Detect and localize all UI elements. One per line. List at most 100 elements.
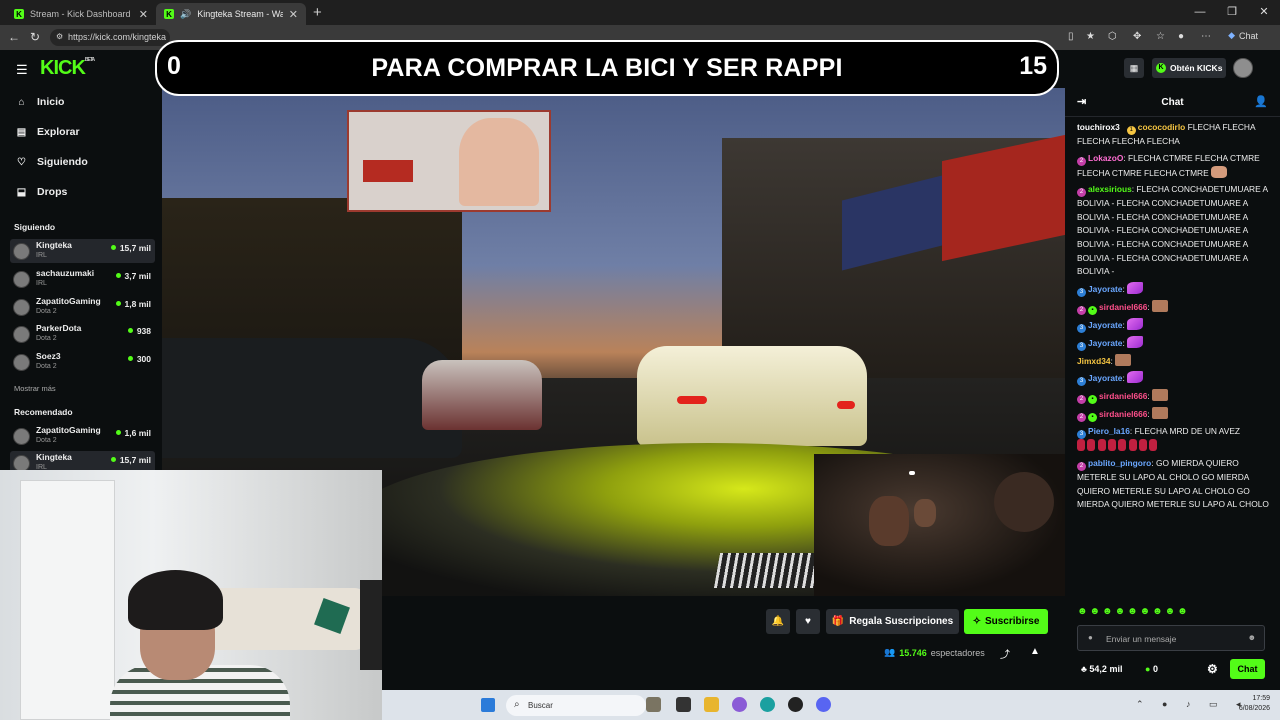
- url-input[interactable]: ⚙ https://kick.com/kingteka: [50, 29, 170, 46]
- chat-username[interactable]: Jayorate: [1088, 338, 1122, 348]
- avatar: [13, 326, 30, 343]
- tab-dashboard[interactable]: K Stream - Kick Dashboard ✕: [6, 3, 156, 25]
- emote-quick-bar[interactable]: ☻☻☻☻☻☻☻☻☻: [1077, 606, 1190, 617]
- wing-emote-icon: [1127, 317, 1144, 330]
- gift-badge-icon: ▪: [1088, 305, 1097, 315]
- chat-input[interactable]: ● Enviar un mensaje ☻: [1077, 625, 1265, 651]
- discord-icon[interactable]: [816, 697, 831, 712]
- red-emote-icon: [1138, 439, 1147, 452]
- chat-username[interactable]: Piero_la16: [1088, 426, 1130, 436]
- viewer-stat: 👥 15.746 espectadores: [884, 647, 985, 658]
- subscribe-button[interactable]: ✧ Suscribirse: [964, 609, 1048, 634]
- face-emote-icon: [1152, 407, 1169, 420]
- chat-username[interactable]: Jayorate: [1088, 320, 1122, 330]
- chat-username[interactable]: Jayorate: [1088, 373, 1122, 383]
- logo-text: KICK: [40, 57, 86, 79]
- following-channel[interactable]: Kingteka IRL 15,7 mil: [10, 239, 155, 263]
- file-explorer-icon[interactable]: [704, 697, 719, 712]
- profile-icon[interactable]: ●: [1178, 31, 1184, 42]
- nav-explorar[interactable]: ▤ Explorar: [16, 126, 80, 138]
- task-view-icon[interactable]: [676, 697, 691, 712]
- copilot-app-icon[interactable]: [732, 697, 747, 712]
- channel-name: Soez3: [36, 351, 61, 361]
- copilot-icon: ◆: [1228, 30, 1235, 40]
- video-scene: [422, 360, 542, 430]
- video-scene: [677, 396, 707, 404]
- nav-drops[interactable]: ⬓ Drops: [16, 186, 68, 198]
- following-channel[interactable]: ZapatitoGaming Dota 2 1,8 mil: [10, 295, 155, 319]
- chat-panel: ⇥ Chat 👤 touchirox3 1 cococodirlo FLECHA …: [1065, 88, 1280, 690]
- share-icon[interactable]: ⤴: [1000, 646, 1010, 661]
- following-channel[interactable]: sachauzumaki IRL 3,7 mil: [10, 267, 155, 291]
- kick-logo[interactable]: KICKBETA: [40, 57, 95, 80]
- viewer-count: 938: [128, 326, 151, 336]
- reload-icon[interactable]: ↻: [30, 30, 40, 44]
- goal-overlay: 0 PARA COMPRAR LA BICI Y SER RAPPI 15: [155, 40, 1059, 96]
- emoji-icon[interactable]: ☻: [1248, 633, 1256, 642]
- chat-username[interactable]: Jayorate: [1088, 284, 1122, 294]
- follow-heart-icon[interactable]: ♥: [796, 609, 820, 634]
- chat-username[interactable]: sirdaniel666: [1099, 391, 1147, 401]
- wing-emote-icon: [1127, 281, 1144, 294]
- nav-siguiendo[interactable]: ♡ Siguiendo: [16, 156, 88, 168]
- browser-chat-button[interactable]: ◆ Chat: [1228, 30, 1258, 41]
- gear-icon[interactable]: ⚙: [1207, 662, 1218, 676]
- speaker-icon[interactable]: 🔊: [180, 9, 191, 20]
- new-tab-button[interactable]: +: [313, 4, 322, 21]
- close-tab-icon[interactable]: ✕: [139, 8, 148, 21]
- chat-username[interactable]: cococodirlo: [1138, 122, 1185, 132]
- get-kicks-button[interactable]: K Obtén KICKs: [1152, 58, 1226, 78]
- more-menu-icon[interactable]: ⋯: [1201, 31, 1211, 42]
- favorites-icon[interactable]: ☆: [1156, 31, 1165, 42]
- close-window-icon[interactable]: ✕: [1248, 0, 1280, 25]
- show-more-link[interactable]: Mostrar más: [14, 384, 56, 393]
- following-channel[interactable]: Soez3 Dota 2 300: [10, 350, 155, 374]
- minimize-icon[interactable]: —: [1184, 0, 1216, 25]
- site-info-icon[interactable]: ⚙: [56, 32, 63, 41]
- back-icon[interactable]: ←: [8, 30, 20, 44]
- bookmark-star-icon[interactable]: ★: [1086, 31, 1095, 42]
- page-icon[interactable]: ▯: [1068, 31, 1074, 42]
- maximize-icon[interactable]: ❐: [1216, 0, 1248, 25]
- red-emote-icon: [1118, 439, 1127, 452]
- chat-username[interactable]: alexsirious: [1088, 184, 1132, 194]
- kicks-balance[interactable]: ● 0: [1145, 664, 1158, 674]
- chat-username[interactable]: touchirox3: [1077, 122, 1120, 132]
- channel-points[interactable]: ♣ 54,2 mil: [1081, 664, 1122, 674]
- user-avatar[interactable]: [1233, 58, 1253, 78]
- chat-username[interactable]: sirdaniel666: [1099, 302, 1147, 312]
- notification-bell-icon[interactable]: 🔔: [766, 609, 790, 634]
- theater-mode-icon[interactable]: ▦: [1124, 58, 1144, 78]
- menu-icon[interactable]: ☰: [16, 62, 28, 78]
- send-chat-button[interactable]: Chat: [1230, 659, 1265, 679]
- taskbar-search-input[interactable]: ⌕ Buscar: [506, 695, 646, 716]
- nav-inicio[interactable]: ⌂ Inicio: [16, 96, 64, 108]
- chat-message: 3 Jayorate:: [1077, 371, 1272, 387]
- sub-badge-icon: 2: [1077, 461, 1086, 471]
- chat-username[interactable]: sirdaniel666: [1099, 409, 1147, 419]
- widgets-icon[interactable]: [646, 697, 661, 712]
- report-icon[interactable]: ▲: [1030, 646, 1040, 657]
- following-channel[interactable]: ParkerDota Dota 2 938: [10, 322, 155, 346]
- chat-settings-icon[interactable]: ●: [1088, 633, 1093, 642]
- avatar: [13, 428, 30, 445]
- chat-username[interactable]: LokazoO: [1088, 153, 1123, 163]
- gift-subs-button[interactable]: 🎁 Regala Suscripciones: [826, 609, 959, 634]
- kick-favicon-icon: K: [164, 9, 174, 19]
- taskbar-clock[interactable]: 17:59 6/08/2026: [1239, 694, 1270, 714]
- chat-users-icon[interactable]: 👤: [1254, 88, 1268, 117]
- viewer-count: 15,7 mil: [111, 455, 151, 465]
- chat-message: 2 LokazoO: FLECHA CTMRE FLECHA CTMRE FLEC…: [1077, 152, 1260, 178]
- extension-icon[interactable]: ⬡: [1108, 31, 1117, 42]
- extensions-puzzle-icon[interactable]: ✥: [1133, 31, 1141, 42]
- obs-icon[interactable]: [788, 697, 803, 712]
- recommended-channel[interactable]: ZapatitoGaming Dota 2 1,6 mil: [10, 424, 155, 448]
- edge-browser-icon[interactable]: [760, 697, 775, 712]
- system-tray-icons[interactable]: ⌃ ● ♪ ▭ ◂: [1136, 699, 1249, 710]
- collapse-chat-icon[interactable]: ⇥: [1077, 88, 1086, 117]
- chat-username[interactable]: pablito_pingoro: [1088, 458, 1151, 468]
- windows-start-icon[interactable]: [481, 698, 495, 712]
- chat-username[interactable]: Jimxd34: [1077, 356, 1111, 366]
- close-tab-icon[interactable]: ✕: [289, 8, 298, 21]
- tab-kingteka[interactable]: K 🔊 Kingteka Stream - Watch Live ✕: [156, 3, 306, 25]
